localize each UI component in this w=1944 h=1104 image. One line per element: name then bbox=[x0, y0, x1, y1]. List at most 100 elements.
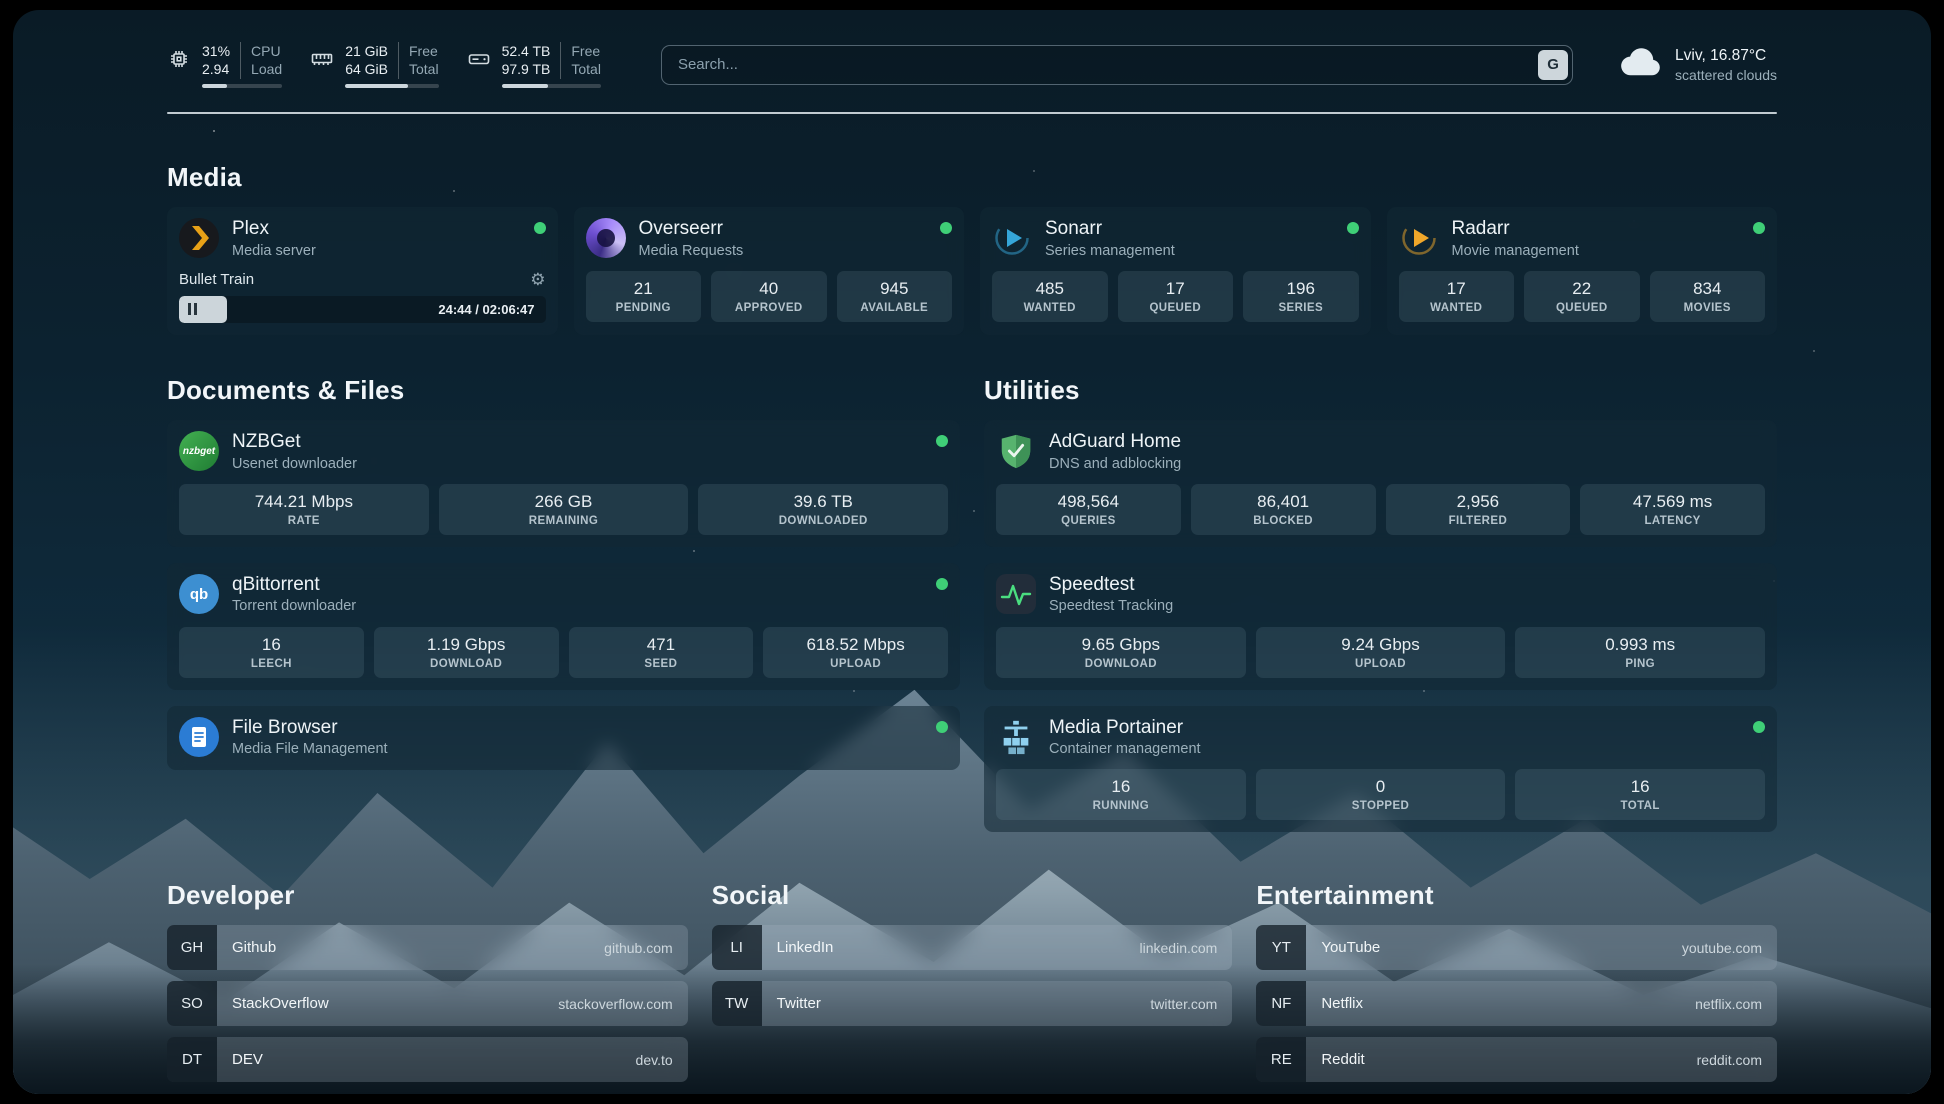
bookmark-url: netflix.com bbox=[1695, 996, 1777, 1012]
service-subtitle: Speedtest Tracking bbox=[1049, 597, 1173, 615]
filebrowser-icon bbox=[179, 717, 219, 757]
bookmark-youtube[interactable]: YT YouTube youtube.com bbox=[1256, 925, 1777, 970]
bookmark-linkedin[interactable]: LI LinkedIn linkedin.com bbox=[712, 925, 1233, 970]
nzbget-icon: nzbget bbox=[179, 431, 219, 471]
cpu-progress-bar bbox=[202, 84, 282, 88]
service-name: Overseerr bbox=[639, 217, 744, 241]
bookmark-name: Netflix bbox=[1306, 995, 1363, 1012]
bookmark-abbr: GH bbox=[167, 925, 217, 970]
stat-downloaded: 39.6 TB DOWNLOADED bbox=[698, 484, 948, 535]
stat-upload: 9.24 Gbps UPLOAD bbox=[1256, 627, 1506, 678]
service-subtitle: DNS and adblocking bbox=[1049, 455, 1181, 473]
disk-total-label: Total bbox=[560, 60, 601, 78]
bookmark-url: github.com bbox=[604, 940, 687, 956]
memory-progress-bar bbox=[345, 84, 438, 88]
service-card-radarr[interactable]: Radarr Movie management 17 WANTED 2 bbox=[1387, 207, 1778, 335]
stat-movies: 834 MOVIES bbox=[1650, 271, 1766, 322]
playback-progress bbox=[179, 296, 227, 323]
memory-icon bbox=[310, 42, 334, 71]
service-subtitle: Torrent downloader bbox=[232, 597, 356, 615]
disk-progress-bar bbox=[502, 84, 601, 88]
bookmark-url: reddit.com bbox=[1697, 1052, 1777, 1068]
stat-blocked: 86,401 BLOCKED bbox=[1191, 484, 1376, 535]
gear-icon[interactable]: ⚙ bbox=[530, 271, 545, 288]
bookmark-name: YouTube bbox=[1306, 939, 1380, 956]
stat-stopped: 0 STOPPED bbox=[1256, 769, 1506, 820]
status-indicator bbox=[936, 721, 948, 733]
service-name: qBittorrent bbox=[232, 573, 356, 597]
status-indicator bbox=[1347, 222, 1359, 234]
bookmark-name: Twitter bbox=[762, 995, 821, 1012]
service-subtitle: Movie management bbox=[1452, 242, 1579, 260]
bookmark-abbr: TW bbox=[712, 981, 762, 1026]
service-card-plex[interactable]: Plex Media server Bullet Train ⚙ bbox=[167, 207, 558, 335]
weather-location: Lviv, 16.87°C bbox=[1675, 47, 1777, 65]
disk-widget: 52.4 TB Free 97.9 TB Total bbox=[467, 42, 601, 88]
service-name: Radarr bbox=[1452, 217, 1579, 241]
stat-series: 196 SERIES bbox=[1243, 271, 1359, 322]
service-card-filebrowser[interactable]: File Browser Media File Management bbox=[167, 706, 960, 771]
service-card-overseerr[interactable]: Overseerr Media Requests 21 PENDING bbox=[574, 207, 965, 335]
status-indicator bbox=[940, 222, 952, 234]
bookmark-name: Reddit bbox=[1306, 1051, 1364, 1068]
service-name: AdGuard Home bbox=[1049, 430, 1181, 454]
stat-total: 16 TOTAL bbox=[1515, 769, 1765, 820]
pause-icon[interactable] bbox=[188, 303, 197, 315]
dashboard-app: 31% CPU 2.94 Load bbox=[13, 10, 1931, 1094]
stat-leech: 16 LEECH bbox=[179, 627, 364, 678]
disk-free-value: 52.4 TB bbox=[502, 42, 561, 60]
bookmark-stackoverflow[interactable]: SO StackOverflow stackoverflow.com bbox=[167, 981, 688, 1026]
stat-wanted: 17 WANTED bbox=[1399, 271, 1515, 322]
service-card-speedtest[interactable]: Speedtest Speedtest Tracking 9.65 Gbps D… bbox=[984, 563, 1777, 690]
bookmark-url: dev.to bbox=[636, 1052, 688, 1068]
sonarr-icon bbox=[992, 218, 1032, 258]
bookmark-github[interactable]: GH Github github.com bbox=[167, 925, 688, 970]
overseerr-icon bbox=[586, 218, 626, 258]
stat-queued: 22 QUEUED bbox=[1524, 271, 1640, 322]
search-provider-button[interactable]: G bbox=[1538, 50, 1568, 80]
portainer-icon bbox=[996, 717, 1036, 757]
bookmark-netflix[interactable]: NF Netflix netflix.com bbox=[1256, 981, 1777, 1026]
section-title-developer: Developer bbox=[167, 880, 688, 911]
service-card-portainer[interactable]: Media Portainer Container management 16 … bbox=[984, 706, 1777, 833]
cpu-usage-value: 31% bbox=[202, 42, 240, 60]
service-card-qbittorrent[interactable]: qb qBittorrent Torrent downloader bbox=[167, 563, 960, 690]
weather-condition: scattered clouds bbox=[1675, 67, 1777, 83]
now-playing-title: Bullet Train bbox=[179, 271, 254, 288]
bookmark-reddit[interactable]: RE Reddit reddit.com bbox=[1256, 1037, 1777, 1082]
service-subtitle: Usenet downloader bbox=[232, 455, 357, 473]
service-name: NZBGet bbox=[232, 430, 357, 454]
service-card-sonarr[interactable]: Sonarr Series management 485 WANTED bbox=[980, 207, 1371, 335]
status-indicator bbox=[936, 578, 948, 590]
stat-available: 945 AVAILABLE bbox=[837, 271, 953, 322]
memory-widget: 21 GiB Free 64 GiB Total bbox=[310, 42, 438, 88]
bookmark-dev[interactable]: DT DEV dev.to bbox=[167, 1037, 688, 1082]
weather-widget[interactable]: Lviv, 16.87°C scattered clouds bbox=[1619, 47, 1777, 83]
cpu-widget: 31% CPU 2.94 Load bbox=[167, 42, 282, 88]
stat-queries: 498,564 QUERIES bbox=[996, 484, 1181, 535]
plex-icon bbox=[179, 218, 219, 258]
service-card-adguard[interactable]: AdGuard Home DNS and adblocking 498,564 … bbox=[984, 420, 1777, 547]
qbittorrent-icon: qb bbox=[179, 574, 219, 614]
memory-free-value: 21 GiB bbox=[345, 42, 398, 60]
service-subtitle: Media server bbox=[232, 242, 316, 260]
search-input[interactable] bbox=[661, 45, 1573, 85]
disk-icon bbox=[467, 42, 491, 71]
section-title-utilities: Utilities bbox=[984, 375, 1777, 406]
stat-upload: 618.52 Mbps UPLOAD bbox=[763, 627, 948, 678]
bookmark-abbr: YT bbox=[1256, 925, 1306, 970]
memory-total-value: 64 GiB bbox=[345, 60, 398, 78]
disk-free-label: Free bbox=[560, 42, 601, 60]
bookmark-name: Github bbox=[217, 939, 276, 956]
playback-bar[interactable]: 24:44 / 02:06:47 bbox=[179, 296, 546, 323]
stat-seed: 471 SEED bbox=[569, 627, 754, 678]
bookmark-twitter[interactable]: TW Twitter twitter.com bbox=[712, 981, 1233, 1026]
stat-pending: 21 PENDING bbox=[586, 271, 702, 322]
bookmark-abbr: LI bbox=[712, 925, 762, 970]
bookmark-abbr: DT bbox=[167, 1037, 217, 1082]
cloud-icon bbox=[1619, 47, 1663, 83]
service-card-nzbget[interactable]: nzbget NZBGet Usenet downloader bbox=[167, 420, 960, 547]
stat-queued: 17 QUEUED bbox=[1118, 271, 1234, 322]
status-indicator bbox=[1753, 721, 1765, 733]
service-subtitle: Media File Management bbox=[232, 740, 388, 758]
